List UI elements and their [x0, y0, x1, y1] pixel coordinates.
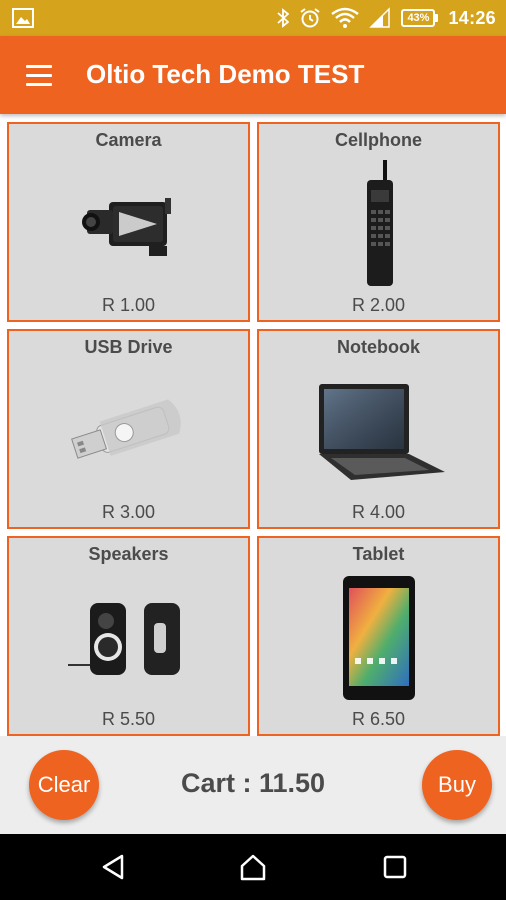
- menu-icon[interactable]: [26, 65, 54, 87]
- product-price: R 6.50: [351, 709, 406, 729]
- product-name: Notebook: [337, 337, 420, 357]
- home-icon[interactable]: [238, 852, 268, 882]
- cellphone-icon: [366, 160, 393, 286]
- battery-level: 43%: [401, 9, 436, 27]
- product-price: R 5.50: [101, 709, 156, 729]
- battery-icon: 43%: [401, 9, 439, 27]
- notebook-icon: [318, 384, 445, 480]
- bluetooth-icon: [277, 8, 290, 28]
- product-name: Speakers: [88, 544, 169, 564]
- product-price: R 3.00: [101, 502, 156, 522]
- status-icons: 43% 14:26: [277, 0, 496, 36]
- camera-icon: [81, 198, 171, 256]
- app-title: Oltio Tech Demo TEST: [86, 59, 365, 89]
- app-bar: Oltio Tech Demo TEST: [0, 36, 506, 114]
- product-price: R 2.00: [351, 295, 406, 315]
- product-tile-tablet[interactable]: Tablet R 6.50: [257, 536, 500, 736]
- navigation-bar: [0, 834, 506, 900]
- signal-icon: [369, 7, 391, 28]
- usb-drive-icon: [70, 399, 181, 459]
- product-name: Cellphone: [334, 130, 422, 150]
- product-price: R 1.00: [101, 295, 156, 315]
- recents-icon[interactable]: [380, 852, 410, 882]
- product-name: Tablet: [352, 544, 405, 564]
- product-grid: Camera R 1.00 Cellphone R 2.00 USB Drive…: [7, 120, 501, 736]
- alarm-icon: [300, 8, 321, 28]
- product-price: R 4.00: [351, 502, 406, 522]
- tablet-icon: [342, 576, 415, 700]
- product-tile-notebook[interactable]: Notebook R 4.00: [257, 329, 500, 529]
- status-bar: 43% 14:26: [0, 0, 506, 36]
- buy-button[interactable]: Buy: [422, 750, 492, 820]
- product-tile-cellphone[interactable]: Cellphone R 2.00: [257, 122, 500, 322]
- cart-bar: Clear Cart : 11.50 Buy: [0, 736, 506, 834]
- product-tile-usb-drive[interactable]: USB Drive R 3.00: [7, 329, 250, 529]
- clock: 14:26: [448, 7, 496, 28]
- back-icon[interactable]: [98, 852, 128, 882]
- speakers-icon: [67, 603, 180, 675]
- wifi-icon: [331, 7, 360, 28]
- product-name: USB Drive: [84, 337, 173, 357]
- product-tile-speakers[interactable]: Speakers R 5.50: [7, 536, 250, 736]
- image-icon: [12, 8, 34, 28]
- product-tile-camera[interactable]: Camera R 1.00: [7, 122, 250, 322]
- product-name: Camera: [95, 130, 162, 150]
